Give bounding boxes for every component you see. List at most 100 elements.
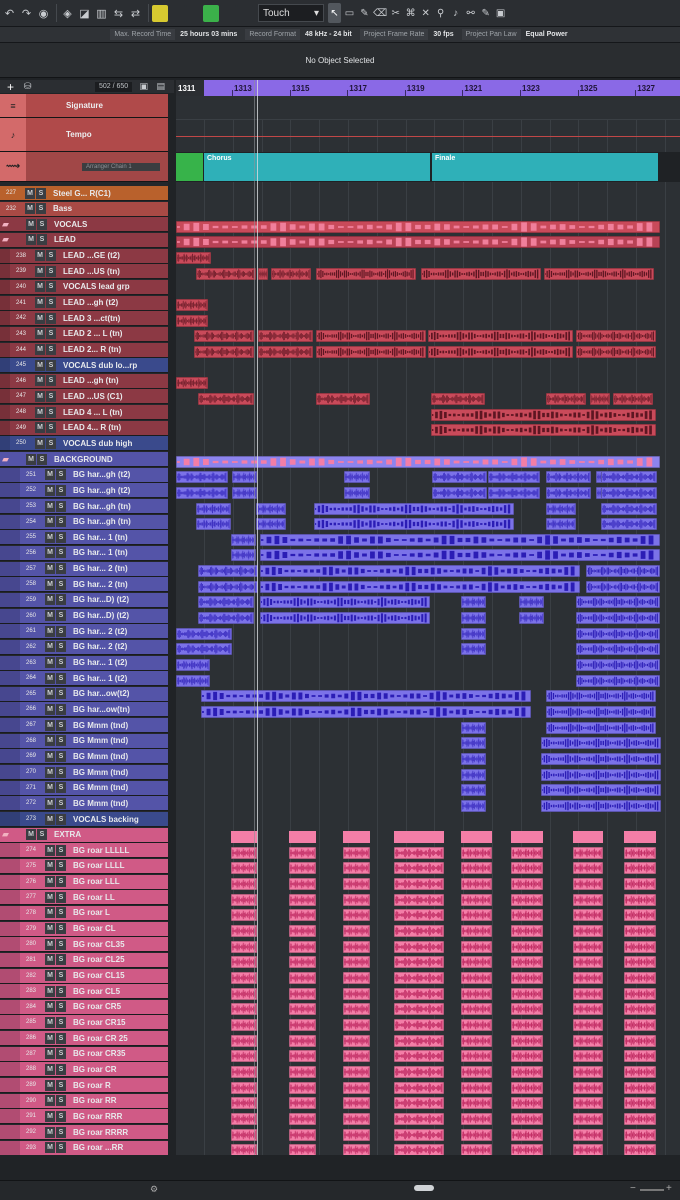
audio-event[interactable]: [624, 1144, 656, 1155]
mute-button[interactable]: M: [35, 390, 45, 402]
tool-icon-11[interactable]: ▣: [494, 3, 507, 23]
audio-event[interactable]: [289, 1034, 316, 1047]
automation-mode-dropdown[interactable]: Touch ▾: [258, 4, 324, 22]
audio-event[interactable]: [394, 909, 444, 922]
track-row[interactable]: 269 M S BG Mmm (tnd): [0, 749, 168, 765]
solo-button[interactable]: S: [37, 218, 47, 230]
solo-button[interactable]: S: [56, 813, 66, 825]
audio-event[interactable]: [511, 1034, 543, 1047]
audio-event[interactable]: [289, 1018, 316, 1031]
audio-event[interactable]: [624, 1003, 656, 1016]
audio-event[interactable]: [573, 1003, 603, 1016]
audio-event[interactable]: [231, 533, 256, 546]
audio-event[interactable]: [461, 878, 492, 891]
track-row[interactable]: 267 M S BG Mmm (tnd): [0, 718, 168, 734]
audio-event[interactable]: [461, 627, 486, 640]
tool-icon-9[interactable]: ⚯: [464, 3, 477, 23]
audio-event[interactable]: [176, 674, 210, 687]
audio-event[interactable]: [258, 346, 313, 358]
audio-event[interactable]: [198, 580, 258, 593]
audio-event[interactable]: [601, 518, 657, 531]
track-row[interactable]: 290 M S BG roar RR: [0, 1093, 168, 1109]
solo-button[interactable]: S: [46, 359, 56, 371]
track-row[interactable]: ▰ M S VOCALS: [0, 217, 168, 233]
audio-event[interactable]: [511, 972, 543, 984]
audio-event[interactable]: [461, 925, 492, 938]
track-row[interactable]: 271 M S BG Mmm (tnd): [0, 780, 168, 796]
zoom-slider[interactable]: [640, 1189, 664, 1191]
audio-event[interactable]: [289, 1097, 316, 1110]
audio-event[interactable]: [624, 909, 656, 922]
solo-button[interactable]: S: [56, 844, 66, 856]
solo-button[interactable]: S: [56, 625, 66, 637]
audio-event[interactable]: [511, 925, 543, 938]
track-row[interactable]: 240 M S VOCALS lead grp: [0, 279, 168, 295]
tool-icon-3[interactable]: ⌫: [373, 3, 387, 23]
audio-event[interactable]: [260, 533, 660, 546]
audio-event[interactable]: [511, 1065, 543, 1078]
record-mode-icon[interactable]: ◉: [36, 3, 51, 23]
audio-event[interactable]: [256, 502, 286, 515]
track-row[interactable]: 250 M S VOCALS dub high: [0, 436, 168, 452]
solo-button[interactable]: S: [56, 1016, 66, 1028]
settings-icon[interactable]: ⚙: [150, 1184, 158, 1195]
timeline-ruler[interactable]: 1311 1313 1315 1317 1319 1321 1323 1325 1327: [176, 80, 680, 96]
audio-event[interactable]: [343, 1097, 370, 1110]
solo-button[interactable]: S: [56, 766, 66, 778]
audio-event[interactable]: [176, 455, 660, 468]
audio-event[interactable]: [421, 267, 541, 280]
mute-button[interactable]: M: [35, 406, 45, 418]
audio-event[interactable]: [624, 972, 656, 984]
audio-event[interactable]: [511, 1050, 543, 1063]
mute-button[interactable]: M: [45, 563, 55, 575]
audio-event[interactable]: [289, 1128, 316, 1141]
solo-button[interactable]: S: [56, 750, 66, 762]
audio-event[interactable]: [431, 424, 656, 437]
solo-button[interactable]: S: [46, 375, 56, 387]
audio-event[interactable]: [461, 596, 486, 609]
audio-event[interactable]: [461, 987, 492, 1000]
solo-button[interactable]: S: [56, 719, 66, 731]
solo-button[interactable]: S: [56, 1110, 66, 1122]
audio-event[interactable]: [461, 1128, 492, 1141]
audio-event[interactable]: [511, 1018, 543, 1031]
audio-event[interactable]: [343, 1112, 370, 1125]
solo-button[interactable]: S: [46, 422, 56, 434]
audio-event[interactable]: [394, 846, 444, 859]
audio-event[interactable]: [601, 471, 657, 484]
audio-event[interactable]: [590, 392, 610, 405]
extra-folder-event[interactable]: [394, 831, 444, 844]
audio-event[interactable]: [176, 236, 660, 249]
audio-event[interactable]: [176, 252, 211, 265]
audio-event[interactable]: [576, 346, 656, 358]
audio-event[interactable]: [519, 612, 544, 625]
audio-event[interactable]: [289, 1003, 316, 1016]
mode-button-a[interactable]: [237, 4, 253, 22]
tool-icon-10[interactable]: ✎: [479, 3, 492, 23]
slide-icon[interactable]: ⇄: [128, 3, 143, 23]
tool-icon-2[interactable]: ✎: [358, 3, 371, 23]
mute-button[interactable]: M: [45, 688, 55, 700]
audio-event[interactable]: [314, 502, 514, 515]
mute-button[interactable]: M: [35, 328, 45, 340]
audio-event[interactable]: [624, 925, 656, 938]
track-row[interactable]: 246 M S LEAD ...gh (tn): [0, 373, 168, 389]
track-row[interactable]: 253 M S BG har...gh (tn): [0, 499, 168, 514]
audio-event[interactable]: [511, 1144, 543, 1155]
audio-event[interactable]: [511, 846, 543, 859]
audio-event[interactable]: [343, 987, 370, 1000]
audio-event[interactable]: [176, 220, 660, 233]
zoom-out-icon[interactable]: −: [630, 1183, 636, 1194]
mute-button[interactable]: M: [45, 547, 55, 559]
audio-event[interactable]: [576, 643, 660, 656]
audio-event[interactable]: [316, 267, 416, 280]
solo-button[interactable]: S: [46, 265, 56, 277]
audio-event[interactable]: [258, 267, 268, 280]
track-row[interactable]: 251 M S BG har...gh (t2): [0, 467, 168, 483]
audio-event[interactable]: [511, 909, 543, 922]
mute-button[interactable]: M: [45, 578, 55, 590]
track-row[interactable]: 266 M S BG har...ow(tn): [0, 702, 168, 718]
audio-event[interactable]: [461, 972, 492, 984]
audio-event[interactable]: [624, 1018, 656, 1031]
audio-event[interactable]: [394, 940, 444, 953]
